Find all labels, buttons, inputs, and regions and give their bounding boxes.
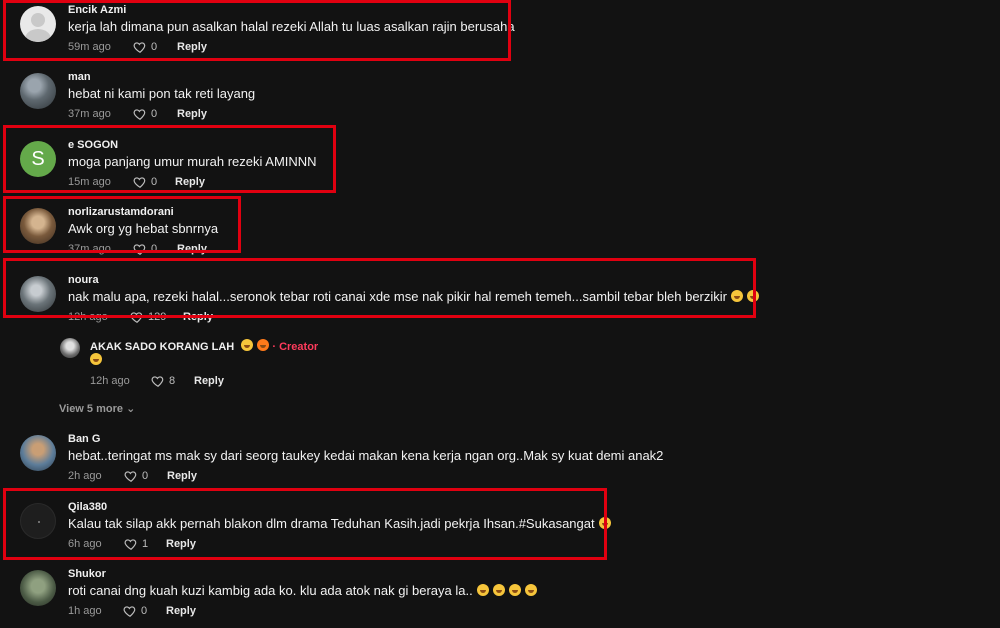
comment-text: hebat..teringat ms mak sy dari seorg tau…	[68, 448, 664, 463]
like-count: 0	[142, 470, 149, 482]
comment-username[interactable]: norlizarustamdorani	[68, 206, 174, 218]
comment-item: S e SOGON moga panjang umur murah rezeki…	[0, 139, 1000, 199]
comment-item: Encik Azmi kerja lah dimana pun asalkan …	[0, 4, 1000, 64]
comment-time: 2h ago	[68, 470, 102, 482]
like-count: 1	[142, 538, 149, 550]
heart-icon	[130, 312, 143, 323]
comment-item: Ban G hebat..teringat ms mak sy dari seo…	[0, 433, 1000, 493]
comment-username[interactable]: man	[68, 71, 91, 83]
comment-text-content: roti canai dng kuah kuzi kambig ada ko. …	[68, 583, 473, 598]
smile-emoji-icon	[730, 290, 743, 302]
avatar[interactable]: S	[20, 141, 56, 177]
comment-username[interactable]: Qila380	[68, 501, 107, 513]
comment-time: 37m ago	[68, 243, 111, 255]
grin-emoji-icon	[492, 584, 505, 596]
comment-text-content: nak malu apa, rezeki halal...seronok teb…	[68, 289, 727, 304]
avatar[interactable]	[20, 435, 56, 471]
reply-button[interactable]: Reply	[166, 538, 196, 550]
comment-time: 1h ago	[68, 605, 102, 617]
avatar[interactable]	[20, 276, 56, 312]
reply-button[interactable]: Reply	[167, 470, 197, 482]
like-count: 0	[151, 41, 158, 53]
reply-button[interactable]: Reply	[166, 605, 196, 617]
fire-emoji-icon	[257, 339, 270, 351]
creator-username-text: AKAK SADO KORANG LAH	[90, 341, 235, 353]
heart-eyes-emoji-icon	[746, 290, 759, 302]
like-count: 129	[148, 311, 167, 323]
comment-username[interactable]: Encik Azmi	[68, 4, 126, 16]
comment-text: Awk org yg hebat sbnrnya	[68, 221, 219, 236]
comment-username[interactable]: Ban G	[68, 433, 100, 445]
comment-text: Kalau tak silap akk pernah blakon dlm dr…	[68, 516, 611, 531]
heart-eyes-emoji-icon	[90, 353, 102, 365]
avatar[interactable]	[20, 503, 56, 539]
comment-item: Qila380 Kalau tak silap akk pernah blako…	[0, 501, 1000, 561]
grin-emoji-icon	[508, 584, 521, 596]
heart-icon	[133, 177, 146, 188]
comment-username[interactable]: noura	[68, 274, 99, 286]
comment-username[interactable]: AKAK SADO KORANG LAH · Creator	[90, 339, 318, 353]
comment-text: nak malu apa, rezeki halal...seronok teb…	[68, 289, 759, 304]
creator-badge: · Creator	[272, 341, 319, 353]
reply-button[interactable]: Reply	[194, 375, 224, 387]
comment-text-content: Kalau tak silap akk pernah blakon dlm dr…	[68, 516, 595, 531]
grin-emoji-icon	[476, 584, 489, 596]
comment-text: moga panjang umur murah rezeki AMINNN	[68, 154, 317, 169]
comment-item: man hebat ni kami pon tak reti layang 37…	[0, 71, 1000, 131]
flexed-bicep-emoji-icon	[241, 339, 254, 351]
chevron-down-icon: ⌄	[126, 403, 136, 415]
comment-username[interactable]: Shukor	[68, 568, 106, 580]
comment-text: roti canai dng kuah kuzi kambig ada ko. …	[68, 583, 537, 598]
creator-reply-item: AKAK SADO KORANG LAH · Creator 12h ago 8…	[0, 338, 1000, 398]
comment-time: 12h ago	[68, 311, 108, 323]
comment-text	[90, 352, 102, 367]
comment-text: hebat ni kami pon tak reti layang	[68, 86, 256, 101]
like-count: 0	[151, 176, 158, 188]
avatar[interactable]	[20, 6, 56, 42]
comment-time: 59m ago	[68, 41, 111, 53]
reply-button[interactable]: Reply	[177, 108, 207, 120]
reply-button[interactable]: Reply	[175, 176, 205, 188]
reply-button[interactable]: Reply	[177, 243, 207, 255]
heart-icon	[133, 109, 146, 120]
view-more-label: View 5 more	[59, 403, 123, 415]
comment-time: 12h ago	[90, 375, 130, 387]
heart-icon	[123, 606, 136, 617]
like-count: 0	[151, 243, 158, 255]
comment-item: Shukor roti canai dng kuah kuzi kambig a…	[0, 568, 1000, 628]
heart-icon	[151, 376, 164, 387]
reply-button[interactable]: Reply	[183, 311, 213, 323]
comment-time: 6h ago	[68, 538, 102, 550]
like-count: 8	[169, 375, 176, 387]
comment-time: 37m ago	[68, 108, 111, 120]
avatar[interactable]	[20, 208, 56, 244]
heart-icon	[124, 539, 137, 550]
reply-button[interactable]: Reply	[177, 41, 207, 53]
comment-item: noura nak malu apa, rezeki halal...seron…	[0, 274, 1000, 334]
like-count: 0	[141, 605, 148, 617]
grin-emoji-icon	[524, 584, 537, 596]
comment-username[interactable]: e SOGON	[68, 139, 118, 151]
comment-text: kerja lah dimana pun asalkan halal rezek…	[68, 19, 515, 34]
heart-eyes-emoji-icon	[598, 517, 611, 529]
heart-icon	[133, 244, 146, 255]
avatar[interactable]	[60, 338, 80, 358]
comment-item: norlizarustamdorani Awk org yg hebat sbn…	[0, 206, 1000, 266]
avatar[interactable]	[20, 73, 56, 109]
like-count: 0	[151, 108, 158, 120]
heart-icon	[133, 42, 146, 53]
comment-time: 15m ago	[68, 176, 111, 188]
heart-icon	[124, 471, 137, 482]
avatar[interactable]	[20, 570, 56, 606]
view-more-replies-button[interactable]: View 5 more ⌄	[59, 402, 135, 415]
